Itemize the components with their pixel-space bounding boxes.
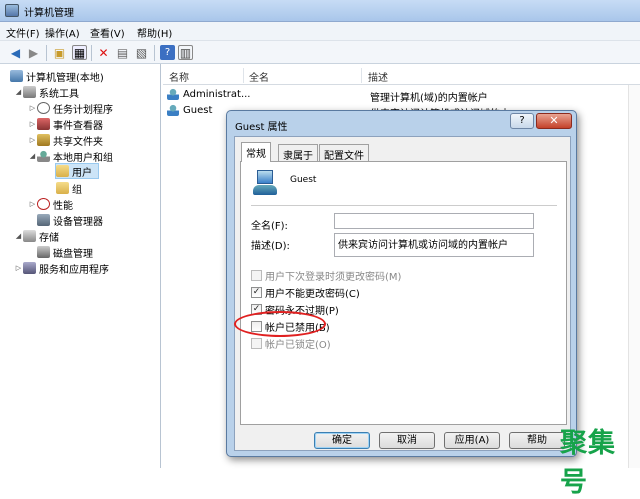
- collapsed-arrow-icon[interactable]: ▷: [14, 264, 23, 272]
- tree-item-groups[interactable]: 组: [56, 180, 82, 196]
- tree-item-performance[interactable]: ▷ 性能: [28, 196, 73, 212]
- dialog-title: Guest 属性: [235, 122, 288, 133]
- general-tab-panel: Guest 全名(F): 描述(D): 供来宾访问计算机或访问域的内置帐户 用户…: [240, 161, 567, 425]
- cell-name: Guest: [183, 105, 213, 116]
- menu-action[interactable]: 操作(A): [45, 25, 80, 40]
- list-header: 名称 全名 描述: [163, 66, 640, 85]
- tree-item-device-manager[interactable]: 设备管理器: [37, 212, 103, 228]
- storage-icon: [23, 230, 36, 242]
- collapsed-arrow-icon[interactable]: ▷: [28, 104, 37, 112]
- title-bar: 计算机管理: [0, 0, 640, 22]
- event-viewer-icon: [37, 118, 50, 130]
- menu-bar: 文件(F) 操作(A) 查看(V) 帮助(H): [0, 22, 640, 41]
- export-icon[interactable]: ▧: [134, 45, 149, 60]
- collapsed-arrow-icon[interactable]: ▷: [28, 120, 37, 128]
- tree-item-shared-folders[interactable]: ▷ 共享文件夹: [28, 132, 103, 148]
- help-icon[interactable]: ?: [160, 45, 175, 60]
- tree-root[interactable]: 计算机管理(本地): [10, 68, 104, 84]
- shared-folder-icon: [37, 134, 50, 146]
- menu-view[interactable]: 查看(V): [90, 25, 125, 40]
- description-label: 描述(D):: [251, 241, 290, 252]
- back-arrow-icon[interactable]: ◀: [8, 45, 23, 60]
- menu-file[interactable]: 文件(F): [6, 25, 40, 40]
- dialog-help-button[interactable]: ?: [510, 113, 534, 129]
- column-header-name[interactable]: 名称: [169, 69, 189, 84]
- delete-icon[interactable]: ✕: [96, 45, 111, 60]
- help-button[interactable]: 帮助: [509, 432, 565, 449]
- user-icon: [167, 88, 182, 100]
- folder-icon: [56, 165, 69, 177]
- must-change-password-checkbox[interactable]: 用户下次登录时须更改密码(M): [251, 268, 401, 283]
- window-title: 计算机管理: [24, 8, 74, 19]
- computer-management-icon: [5, 4, 19, 17]
- apply-button[interactable]: 应用(A): [444, 432, 500, 449]
- tree-item-task-scheduler[interactable]: ▷ 任务计划程序: [28, 100, 113, 116]
- username: Guest: [290, 175, 317, 185]
- forward-arrow-icon[interactable]: ▶: [26, 45, 41, 60]
- dialog-body: 常规 隶属于 配置文件 Guest 全名(F): 描述(D): 供来宾访问计算机…: [234, 136, 571, 451]
- ok-button[interactable]: 确定: [314, 432, 370, 449]
- separator: [251, 205, 557, 206]
- vertical-scrollbar[interactable]: [628, 85, 640, 468]
- tab-member-of[interactable]: 隶属于: [278, 144, 318, 162]
- tab-general[interactable]: 常规: [241, 142, 271, 162]
- checkbox-box[interactable]: [251, 269, 262, 281]
- computer-icon: [10, 70, 23, 82]
- cell-description: 管理计算机(域)的内置帐户: [370, 93, 488, 104]
- watermark-logo: 聚集号: [560, 428, 616, 498]
- expanded-arrow-icon[interactable]: ◢: [14, 88, 23, 96]
- checkbox-box[interactable]: [251, 337, 262, 349]
- folder-icon: [56, 182, 69, 194]
- tools-icon: [23, 86, 36, 98]
- dialog-close-button[interactable]: ✕: [536, 113, 572, 129]
- tree-item-event-viewer[interactable]: ▷ 事件查看器: [28, 116, 103, 132]
- tree-item-services[interactable]: ▷ 服务和应用程序: [14, 260, 109, 276]
- disk-icon: [37, 246, 50, 258]
- device-manager-icon: [37, 214, 50, 226]
- up-folder-icon[interactable]: ▣: [52, 45, 67, 60]
- collapsed-arrow-icon[interactable]: ▷: [28, 136, 37, 144]
- tree-item-system-tools[interactable]: ◢ 系统工具: [14, 84, 79, 100]
- menu-help[interactable]: 帮助(H): [137, 25, 172, 40]
- navigation-tree: 计算机管理(本地) ◢ 系统工具 ▷ 任务计划程序 ▷ 事件查看器 ▷ 共享文件…: [0, 64, 161, 468]
- properties-icon[interactable]: ▤: [115, 45, 130, 60]
- tree-item-storage[interactable]: ◢ 存储: [14, 228, 59, 244]
- expanded-arrow-icon[interactable]: ◢: [14, 232, 23, 240]
- cancel-button[interactable]: 取消: [379, 432, 435, 449]
- fullname-field[interactable]: [334, 213, 534, 229]
- cell-name: Administrat...: [183, 89, 251, 100]
- collapsed-arrow-icon[interactable]: ▷: [28, 200, 37, 208]
- column-header-fullname[interactable]: 全名: [249, 69, 269, 84]
- services-icon: [23, 262, 36, 274]
- tree-item-users[interactable]: 用户: [55, 163, 99, 179]
- toolbar: ◀ ▶ ▣ ▦ ✕ ▤ ▧ ? ▥: [0, 41, 640, 64]
- tab-profile[interactable]: 配置文件: [319, 144, 369, 162]
- user-icon: [167, 104, 182, 116]
- column-header-description[interactable]: 描述: [368, 69, 388, 84]
- description-field[interactable]: 供来宾访问计算机或访问域的内置帐户: [334, 233, 534, 257]
- view-icon[interactable]: ▥: [178, 45, 193, 60]
- table-row[interactable]: Administrat... 管理计算机(域)的内置帐户: [165, 87, 635, 104]
- user-avatar-icon: [253, 170, 277, 196]
- tree-item-disk-management[interactable]: 磁盘管理: [37, 244, 93, 260]
- checkbox-box[interactable]: ✓: [251, 286, 262, 298]
- clock-icon: [37, 102, 50, 114]
- guest-properties-dialog: Guest 属性 ? ✕ 常规 隶属于 配置文件 Guest 全名(F): 描述…: [226, 110, 577, 457]
- tree-item-local-users[interactable]: ◢ 本地用户和组: [28, 148, 113, 164]
- performance-icon: [37, 198, 50, 210]
- account-locked-checkbox[interactable]: 帐户已锁定(O): [251, 336, 331, 351]
- cannot-change-password-checkbox[interactable]: ✓ 用户不能更改密码(C): [251, 285, 360, 300]
- users-group-icon: [37, 150, 50, 162]
- expanded-arrow-icon[interactable]: ◢: [28, 152, 37, 160]
- show-tree-icon[interactable]: ▦: [72, 45, 87, 60]
- highlight-oval-annotation: [234, 311, 326, 337]
- fullname-label: 全名(F):: [251, 221, 288, 232]
